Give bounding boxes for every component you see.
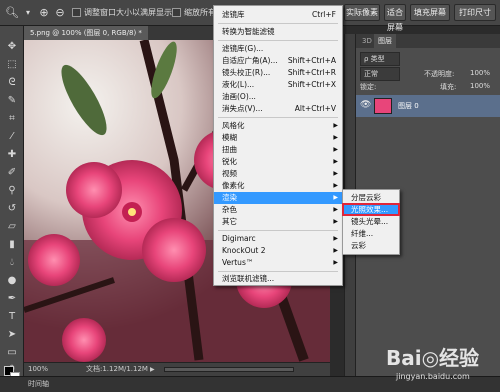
actual-pixels-button[interactable]: 实际像素	[344, 4, 380, 21]
menu-item-knockout[interactable]: KnockOut 2 ▶	[214, 245, 342, 257]
status-arrow-icon[interactable]: ▶	[150, 363, 155, 376]
print-size-button[interactable]: 打印尺寸	[454, 4, 496, 21]
submenu-arrow-icon: ▶	[333, 235, 338, 242]
menu-item-render[interactable]: 渲染 ▶	[214, 192, 342, 204]
menu-item-distort[interactable]: 扭曲 ▶	[214, 144, 342, 156]
resize-windows-checkbox[interactable]	[72, 8, 81, 17]
horizontal-scrollbar[interactable]	[164, 367, 294, 372]
baidu-watermark: Bai◎经验 jingyan.baidu.com	[378, 338, 498, 388]
submenu-item-clouds[interactable]: 云彩	[343, 240, 399, 251]
menu-item-digimarc[interactable]: Digimarc ▶	[214, 233, 342, 245]
resize-windows-label: 调整窗口大小以满屏显示	[84, 8, 172, 17]
zoom-level[interactable]: 100%	[28, 363, 48, 376]
render-submenu: 分层云彩 光照效果... 镜头光晕... 纤维... 云彩	[342, 189, 400, 255]
submenu-arrow-icon: ▶	[333, 259, 338, 266]
doc-info: 文档:1.12M/1.12M	[86, 365, 148, 373]
menu-item-browse-online[interactable]: 浏览联机滤镜...	[214, 273, 342, 285]
submenu-arrow-icon: ▶	[333, 247, 338, 254]
menu-item-filter-gallery-last[interactable]: 滤镜库 Ctrl+F	[214, 9, 342, 21]
dodge-tool-icon[interactable]: ●	[4, 274, 20, 288]
layer-row[interactable]: 👁︎ 图层 0	[356, 95, 500, 117]
submenu-item-lens-flare[interactable]: 镜头光晕...	[343, 216, 399, 227]
dropdown-arrow-icon[interactable]: ▾	[20, 5, 36, 21]
quick-select-tool-icon[interactable]: ✎	[4, 94, 20, 108]
zoom-all-checkbox[interactable]	[172, 8, 181, 17]
fill-label: 填充:	[440, 83, 457, 91]
blend-mode-select[interactable]: 正常	[360, 67, 400, 81]
fit-screen-button[interactable]: 适合屏幕	[384, 4, 406, 32]
layer-name[interactable]: 图层 0	[398, 101, 419, 111]
submenu-arrow-icon: ▶	[333, 134, 338, 141]
opacity-label: 不透明度:	[424, 70, 455, 78]
watermark-url: jingyan.baidu.com	[396, 372, 470, 381]
gradient-tool-icon[interactable]: ▮	[4, 238, 20, 252]
menu-item-convert-smart-filters[interactable]: 转换为智能滤镜	[214, 26, 342, 38]
shape-tool-icon[interactable]: ▭	[4, 346, 20, 360]
menu-item-lens-correction[interactable]: 镜头校正(R)... Shift+Ctrl+R	[214, 67, 342, 79]
menu-item-oil-paint[interactable]: 油画(O)...	[214, 91, 342, 103]
opacity-value[interactable]: 100%	[470, 69, 490, 77]
layer-thumbnail	[374, 98, 392, 114]
fill-value[interactable]: 100%	[470, 82, 490, 90]
status-bar: 100% 文档:1.12M/1.12M ▶	[24, 362, 330, 376]
menu-item-sharpen[interactable]: 锐化 ▶	[214, 156, 342, 168]
panel-tabs: 3D 图层	[356, 34, 500, 48]
document-tab[interactable]: 5.png @ 100% (图层 0, RGB/8) *	[24, 26, 148, 40]
menu-item-pixelate[interactable]: 像素化 ▶	[214, 180, 342, 192]
watermark-brand: Bai◎经验	[386, 346, 480, 370]
lock-label: 锁定:	[360, 83, 377, 91]
submenu-arrow-icon: ▶	[333, 194, 338, 201]
menu-item-filter-gallery[interactable]: 滤镜库(G)...	[214, 43, 342, 55]
path-select-tool-icon[interactable]: ➤	[4, 328, 20, 342]
zoom-tool-icon[interactable]: 🔍︎	[4, 5, 20, 21]
submenu-item-fibers[interactable]: 纤维...	[343, 228, 399, 239]
zoom-in-icon[interactable]: ⊕	[36, 5, 52, 21]
submenu-arrow-icon: ▶	[333, 122, 338, 129]
menu-item-liquify[interactable]: 液化(L)... Shift+Ctrl+X	[214, 79, 342, 91]
submenu-item-lighting-effects[interactable]: 光照效果...	[342, 203, 400, 216]
brush-tool-icon[interactable]: ✐	[4, 166, 20, 180]
menu-item-vanishing-point[interactable]: 消失点(V)... Alt+Ctrl+V	[214, 103, 342, 115]
filter-menu: 滤镜库 Ctrl+F 转换为智能滤镜 滤镜库(G)... 自适应广角(A)... S…	[213, 5, 343, 286]
menu-item-video[interactable]: 视频 ▶	[214, 168, 342, 180]
menu-item-blur[interactable]: 模糊 ▶	[214, 132, 342, 144]
menu-item-adaptive-wide-angle[interactable]: 自适应广角(A)... Shift+Ctrl+A	[214, 55, 342, 67]
crop-tool-icon[interactable]: ⌗	[4, 112, 20, 126]
submenu-arrow-icon: ▶	[333, 158, 338, 165]
blur-tool-icon[interactable]: 💧︎	[4, 256, 20, 270]
toolbox: ✥ ⬚ ᘓ ✎ ⌗ ⁄ ✚ ✐ ⚲ ↺ ▱ ▮ 💧︎ ● ✒ T ➤ ▭ ✋︎	[0, 26, 24, 382]
pen-tool-icon[interactable]: ✒	[4, 292, 20, 306]
menu-item-noise[interactable]: 杂色 ▶	[214, 204, 342, 216]
move-tool-icon[interactable]: ✥	[4, 40, 20, 54]
submenu-arrow-icon: ▶	[333, 170, 338, 177]
submenu-arrow-icon: ▶	[333, 146, 338, 153]
history-brush-tool-icon[interactable]: ↺	[4, 202, 20, 216]
timeline-label[interactable]: 时间轴	[28, 379, 49, 389]
submenu-item-difference-clouds[interactable]: 分层云彩	[343, 192, 399, 203]
fill-screen-button[interactable]: 填充屏幕	[410, 4, 450, 21]
menu-item-other[interactable]: 其它 ▶	[214, 216, 342, 228]
eyedropper-tool-icon[interactable]: ⁄	[4, 130, 20, 144]
healing-tool-icon[interactable]: ✚	[4, 148, 20, 162]
eraser-tool-icon[interactable]: ▱	[4, 220, 20, 234]
stamp-tool-icon[interactable]: ⚲	[4, 184, 20, 198]
layer-kind-filter[interactable]: ρ 类型	[360, 52, 400, 66]
menu-item-vertus[interactable]: Vertus™ ▶	[214, 257, 342, 269]
eye-icon[interactable]: 👁︎	[360, 100, 371, 110]
type-tool-icon[interactable]: T	[4, 310, 20, 324]
menu-item-stylize[interactable]: 风格化 ▶	[214, 120, 342, 132]
lasso-tool-icon[interactable]: ᘓ	[4, 76, 20, 90]
submenu-arrow-icon: ▶	[333, 206, 338, 213]
submenu-arrow-icon: ▶	[333, 182, 338, 189]
tab-layers[interactable]: 图层	[374, 34, 396, 48]
zoom-out-icon[interactable]: ⊖	[52, 5, 68, 21]
submenu-arrow-icon: ▶	[333, 218, 338, 225]
marquee-tool-icon[interactable]: ⬚	[4, 58, 20, 72]
